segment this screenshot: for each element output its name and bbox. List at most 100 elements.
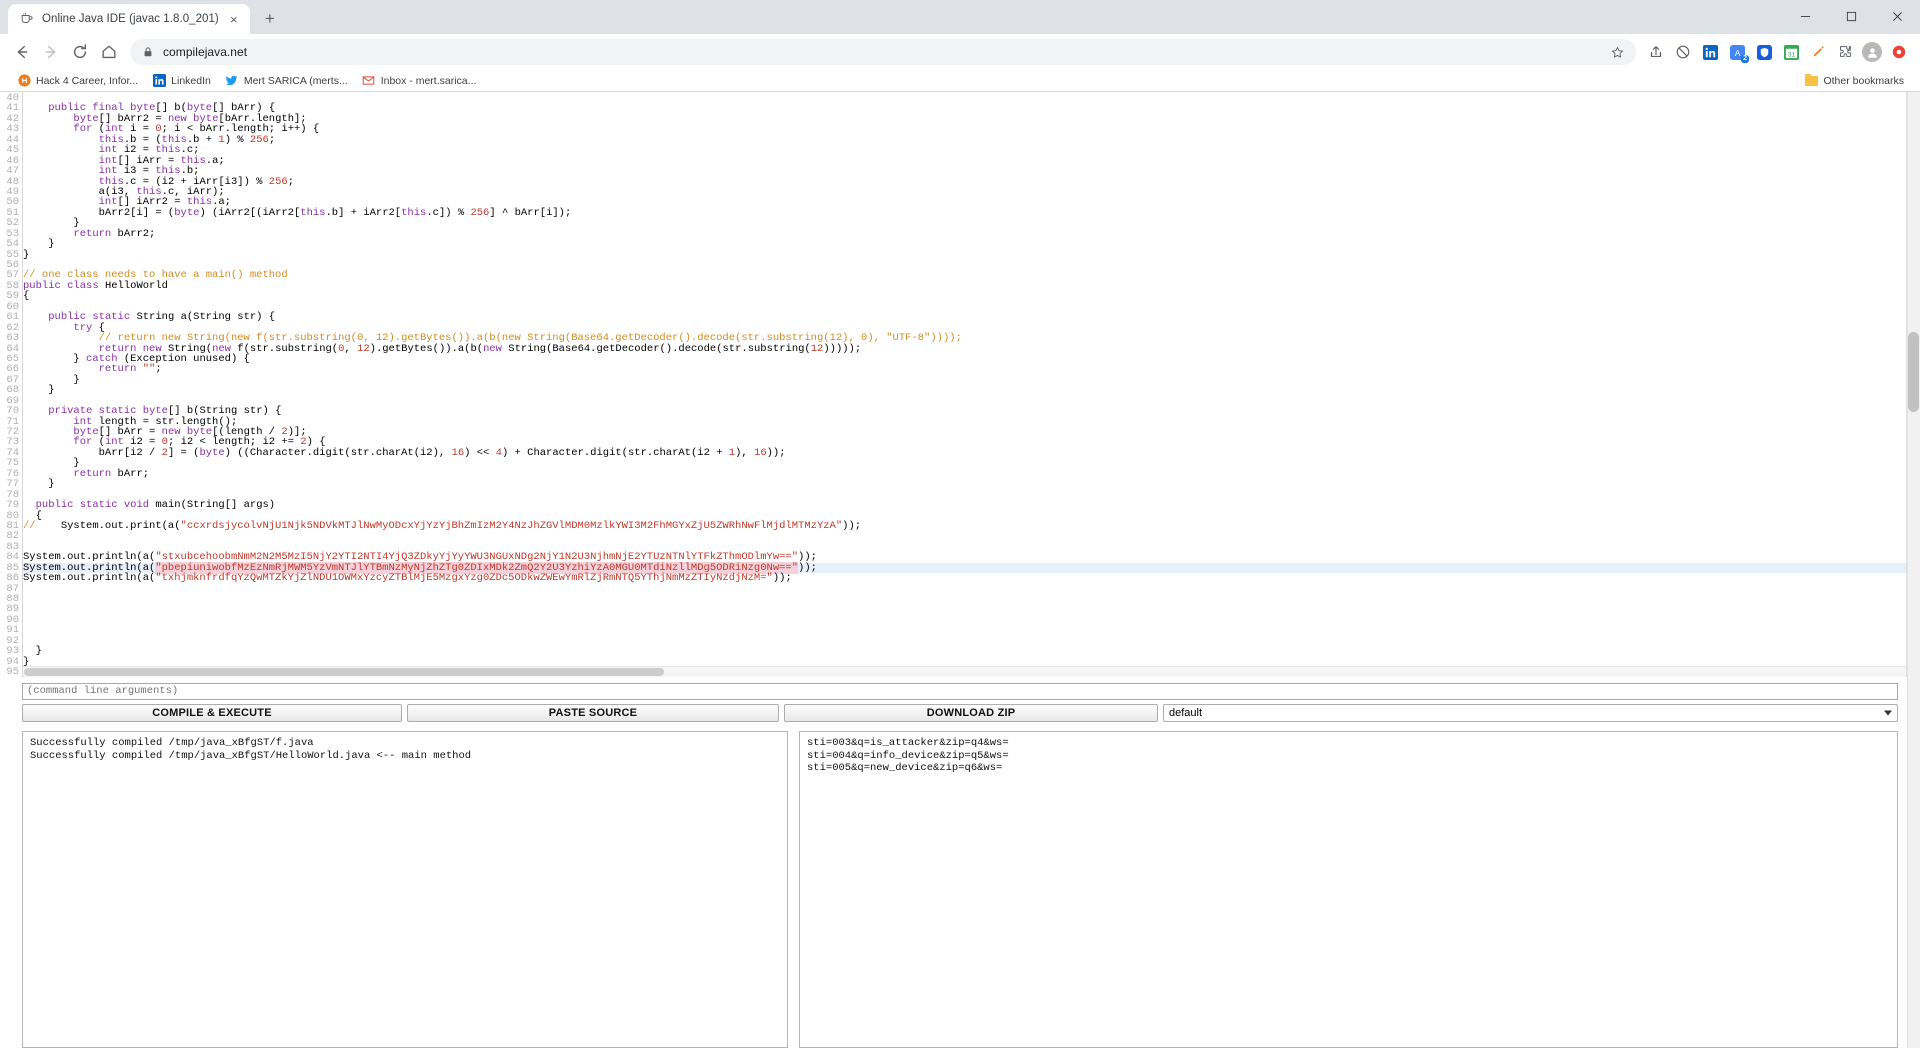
forward-icon[interactable] [37, 38, 65, 66]
code-line[interactable]: bArr2[i] = (byte) (iArr2[(iArr2[this.b] … [23, 208, 1920, 219]
minimize-button[interactable] [1782, 0, 1828, 32]
code-line[interactable] [23, 604, 1920, 614]
code-line[interactable]: } catch (Exception unused) { [23, 354, 1920, 365]
code-line[interactable]: private static byte[] b(String str) { [23, 406, 1920, 417]
template-select[interactable]: default [1163, 704, 1898, 722]
code-line[interactable] [23, 594, 1920, 604]
code-line[interactable]: int length = str.length(); [23, 416, 1920, 427]
arguments-row [0, 677, 1920, 701]
bookmark-linkedin[interactable]: LinkedIn [145, 72, 218, 90]
bookmark-gmail[interactable]: Inbox - mert.sarica... [355, 72, 484, 90]
code-line[interactable]: public final byte[] b(byte[] bArr) { [23, 103, 1920, 114]
editor-hscroll-thumb[interactable] [24, 668, 664, 676]
download-zip-button[interactable]: DOWNLOAD ZIP [784, 704, 1158, 722]
template-select-value: default [1169, 707, 1203, 719]
code-line[interactable]: this.c = (i2 + iArr[i3]) % 256; [23, 176, 1920, 187]
code-line[interactable]: System.out.println(a("txhjmknfrdfqYzQwMT… [23, 573, 1920, 584]
code-text-area[interactable]: public final byte[] b(byte[] bArr) { byt… [23, 92, 1920, 677]
bitwarden-extension-icon[interactable] [1751, 39, 1777, 65]
page-vertical-scrollbar[interactable] [1907, 92, 1920, 1048]
code-line[interactable]: int i3 = this.b; [23, 166, 1920, 177]
code-line[interactable] [23, 93, 1920, 103]
code-line[interactable]: { [23, 291, 1920, 302]
code-line[interactable] [23, 260, 1920, 270]
code-line[interactable] [23, 625, 1920, 635]
extension-badge: 2 [1741, 55, 1749, 63]
share-icon[interactable] [1643, 39, 1669, 65]
code-line[interactable]: return bArr; [23, 469, 1920, 480]
code-line[interactable]: public class HelloWorld [23, 281, 1920, 292]
code-line[interactable]: } [23, 458, 1920, 469]
code-line[interactable]: } [23, 479, 1920, 490]
code-line[interactable]: this.b = (this.b + 1) % 256; [23, 135, 1920, 146]
block-icon[interactable] [1670, 39, 1696, 65]
code-line[interactable]: return bArr2; [23, 228, 1920, 239]
code-line[interactable]: } [23, 218, 1920, 229]
code-line[interactable] [23, 584, 1920, 594]
line-number-gutter: 40 41 42 43 44 45 46 47 48 49 50 51 52 53 54 55 56 57 58 59… [0, 92, 23, 677]
line-number: 79 [6, 499, 19, 512]
program-output-pane[interactable]: sti=003&q=is_attacker&zip=q4&ws= sti=004… [799, 731, 1898, 1048]
code-line[interactable] [23, 636, 1920, 646]
code-line[interactable] [23, 396, 1920, 406]
code-line[interactable]: } [23, 385, 1920, 396]
address-bar[interactable]: compilejava.net [130, 39, 1636, 65]
bookmark-label: Inbox - mert.sarica... [380, 74, 477, 87]
code-line[interactable]: for (int i = 0; i < bArr.length; i++) { [23, 124, 1920, 135]
code-line[interactable]: public static String a(String str) { [23, 312, 1920, 323]
close-icon[interactable]: × [226, 11, 242, 27]
code-line[interactable]: int[] iArr = this.a; [23, 155, 1920, 166]
puzzle-extension-icon[interactable] [1832, 39, 1858, 65]
line-number: 54 [6, 238, 19, 251]
code-line[interactable]: } [23, 249, 1920, 260]
bookmark-hack4career[interactable]: Hack 4 Career, Infor... [10, 72, 145, 90]
compile-and-execute-button[interactable]: COMPILE & EXECUTE [22, 704, 402, 722]
code-line[interactable]: } [23, 239, 1920, 250]
hack4career-favicon [17, 74, 31, 88]
star-icon[interactable] [1608, 46, 1626, 59]
other-bookmarks-button[interactable]: Other bookmarks [1799, 73, 1910, 89]
code-line[interactable]: a(i3, this.c, iArr); [23, 187, 1920, 198]
maximize-button[interactable] [1828, 0, 1874, 32]
paste-source-button[interactable]: PASTE SOURCE [407, 704, 779, 722]
code-line[interactable]: } [23, 646, 1920, 657]
code-line[interactable]: public static void main(String[] args) [23, 500, 1920, 511]
code-line[interactable]: int i2 = this.c; [23, 145, 1920, 156]
page-scroll-thumb[interactable] [1908, 332, 1919, 412]
twitter-favicon [225, 74, 239, 88]
svg-text:A: A [1734, 47, 1740, 57]
record-icon[interactable] [1886, 39, 1912, 65]
home-icon[interactable] [95, 38, 123, 66]
translate-extension-icon[interactable]: A 2 [1724, 39, 1750, 65]
code-line[interactable] [23, 531, 1920, 541]
code-line[interactable] [23, 490, 1920, 500]
line-number: 86 [6, 572, 19, 585]
code-editor[interactable]: 40 41 42 43 44 45 46 47 48 49 50 51 52 53 54 55 56 57 58 59… [0, 92, 1920, 677]
new-tab-button[interactable]: + [256, 5, 284, 33]
code-line[interactable]: } [23, 375, 1920, 386]
tab-title: Online Java IDE (javac 1.8.0_201) [42, 13, 219, 25]
code-line[interactable]: // System.out.print(a("ccxrdsjycolvNjU1N… [23, 521, 1920, 532]
output-row: Successfully compiled /tmp/java_xBfgST/f… [0, 725, 1920, 1048]
other-bookmarks-label: Other bookmarks [1823, 74, 1904, 87]
avatar[interactable] [1859, 39, 1885, 65]
command-line-arguments-input[interactable] [22, 682, 1898, 700]
back-icon[interactable] [8, 38, 36, 66]
bookmarks-bar: Hack 4 Career, Infor... LinkedIn Mert SA… [0, 70, 1920, 92]
reload-icon[interactable] [66, 38, 94, 66]
code-line[interactable]: return ""; [23, 364, 1920, 375]
code-line[interactable]: return new String(new f(str.substring(0,… [23, 343, 1920, 354]
gmail-favicon [362, 74, 376, 88]
calendar-extension-icon[interactable]: 31 [1778, 39, 1804, 65]
browser-tab[interactable]: Online Java IDE (javac 1.8.0_201) × [8, 4, 250, 34]
code-line[interactable]: bArr[i2 / 2] = (byte) ((Character.digit(… [23, 448, 1920, 459]
code-line[interactable]: // one class needs to have a main() meth… [23, 270, 1920, 281]
compiler-output-pane[interactable]: Successfully compiled /tmp/java_xBfgST/f… [22, 731, 788, 1048]
bookmark-twitter[interactable]: Mert SARICA (merts... [218, 72, 355, 90]
linkedin-extension-icon[interactable] [1697, 39, 1723, 65]
code-line[interactable] [23, 615, 1920, 625]
editor-horizontal-scrollbar[interactable] [23, 666, 1906, 677]
code-line[interactable] [23, 302, 1920, 312]
close-window-button[interactable] [1874, 0, 1920, 32]
pen-extension-icon[interactable] [1805, 39, 1831, 65]
